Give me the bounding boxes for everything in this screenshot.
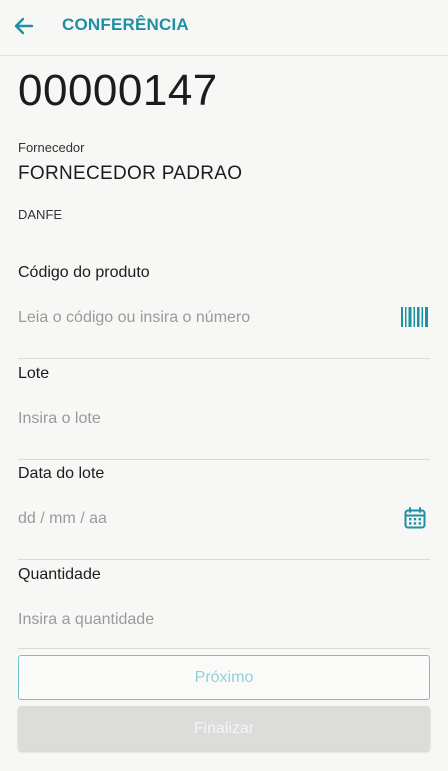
lot-input[interactable] — [18, 405, 388, 433]
document-number: 00000147 — [18, 66, 218, 115]
product-code-label: Código do produto — [18, 264, 150, 281]
supplier-label: Fornecedor — [18, 140, 85, 155]
barcode-icon — [401, 307, 428, 327]
lot-label: Lote — [18, 365, 50, 382]
arrow-left-icon — [14, 17, 34, 35]
barcode-scan-button[interactable] — [400, 302, 430, 332]
quantity-input[interactable] — [18, 606, 388, 634]
lot-field: Lote — [18, 365, 430, 460]
calendar-icon — [404, 507, 426, 529]
quantity-field: Quantidade — [18, 566, 430, 649]
lot-date-input[interactable] — [18, 505, 388, 533]
product-code-input[interactable] — [18, 304, 388, 332]
next-button[interactable]: Próximo — [18, 655, 430, 700]
supplier-value: FORNECEDOR PADRAO — [18, 163, 243, 184]
lot-date-field: Data do lote — [18, 465, 430, 560]
quantity-label: Quantidade — [18, 566, 101, 583]
finish-button[interactable]: Finalizar — [18, 706, 430, 751]
back-button[interactable] — [10, 12, 38, 40]
lot-date-label: Data do lote — [18, 465, 105, 482]
product-code-field: Código do produto — [18, 264, 430, 359]
page-title: CONFERÊNCIA — [62, 15, 189, 34]
document-type: DANFE — [18, 207, 63, 222]
top-app-bar: CONFERÊNCIA — [0, 0, 448, 56]
date-picker-button[interactable] — [400, 503, 430, 533]
